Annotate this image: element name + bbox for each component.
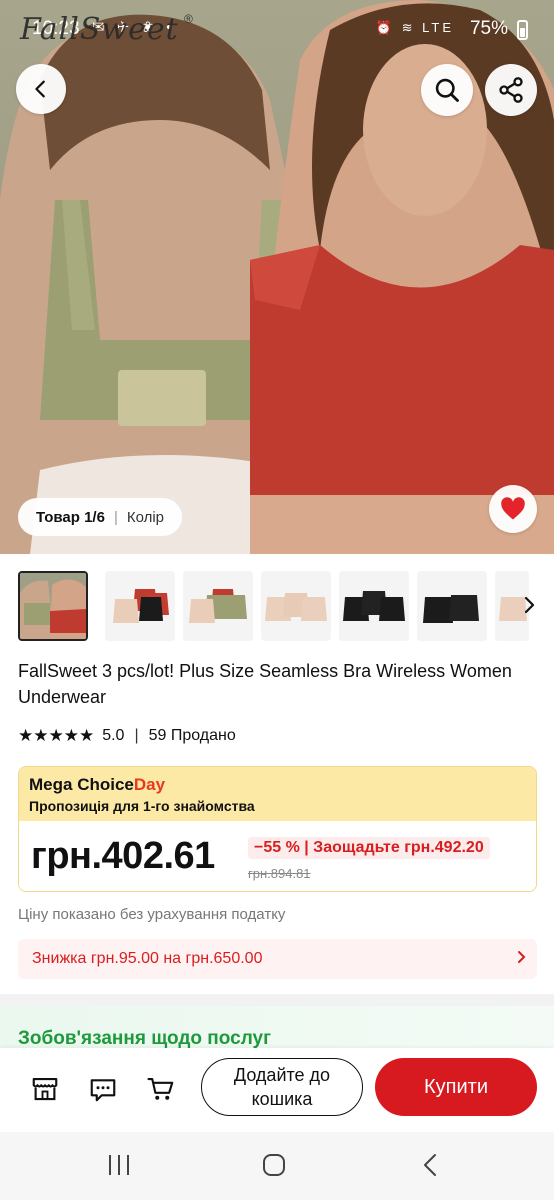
brand-registered-mark: ® — [184, 12, 193, 26]
thumbnail-6[interactable] — [417, 571, 487, 641]
search-button[interactable] — [421, 64, 473, 116]
product-title: FallSweet 3 pcs/lot! Plus Size Seamless … — [18, 661, 512, 707]
image-counter-pill[interactable]: Товар 1/6 | Колір — [18, 498, 183, 536]
promo-title: Mega ChoiceDay — [29, 775, 526, 795]
bottom-action-bar: Додайте до кошика Купити — [0, 1048, 554, 1132]
search-icon — [435, 78, 459, 102]
battery-icon — [517, 20, 528, 40]
product-image-carousel[interactable]: 10:23 ✉ ✈ ❀ • ⏰ ≋ LTE 75% FallSweet ® То… — [0, 0, 554, 554]
thumbnail-image — [339, 571, 409, 641]
thumbnail-image — [183, 571, 253, 641]
thumbnail-image — [261, 571, 331, 641]
system-back-button[interactable] — [418, 1152, 444, 1183]
store-button[interactable] — [28, 1072, 62, 1106]
back-icon — [35, 80, 45, 98]
promo-title-prefix: Mega — [29, 775, 78, 794]
thumbnail-1[interactable] — [18, 571, 88, 641]
back-nav-icon — [424, 1154, 436, 1176]
section-divider — [0, 994, 554, 1006]
chat-icon — [90, 1079, 116, 1102]
brand-logo: FallSweet — [20, 12, 179, 47]
image-counter: Товар 1/6 — [36, 508, 105, 526]
rating-row[interactable]: ★★★★★ 5.0 | 59 Продано — [18, 726, 236, 746]
cart-button[interactable] — [144, 1072, 178, 1106]
rating-score: 5.0 — [102, 727, 125, 744]
promo-header: Mega ChoiceDay Пропозиція для 1-го знайо… — [19, 767, 536, 821]
cart-icon — [147, 1077, 174, 1100]
thumbnail-4[interactable] — [261, 571, 331, 641]
color-label: Колір — [126, 508, 165, 526]
discount-badge: −55 % | Заощадьте грн.492.20 — [248, 837, 490, 859]
thumbnail-5[interactable] — [339, 571, 409, 641]
thumbnail-image — [105, 571, 175, 641]
add-to-cart-button[interactable]: Додайте до кошика — [201, 1058, 363, 1116]
thumbnail-3[interactable] — [183, 571, 253, 641]
back-button[interactable] — [16, 64, 66, 114]
system-navigation-bar — [0, 1132, 554, 1200]
favorite-button[interactable] — [489, 485, 537, 533]
share-button[interactable] — [485, 64, 537, 116]
promo-price-area: грн.402.61 −55 % | Заощадьте грн.492.20 … — [19, 821, 536, 891]
thumbnail-strip[interactable] — [0, 566, 554, 648]
coupon-text: Знижка грн.95.00 на грн.650.00 — [32, 950, 263, 967]
battery-percentage: 75% — [469, 18, 508, 39]
rating-separator: | — [134, 727, 139, 744]
home-button[interactable] — [261, 1152, 287, 1183]
share-icon — [499, 77, 523, 103]
thumbnail-image — [417, 571, 487, 641]
chevron-right-icon — [517, 949, 527, 970]
current-price: грн.402.61 — [31, 835, 215, 877]
original-price: грн.894.81 — [248, 866, 311, 881]
service-commitment-section[interactable]: Зобов'язання щодо послуг — [0, 1006, 554, 1048]
thumbnail-image — [20, 573, 86, 639]
rating-stars: ★★★★★ — [18, 726, 95, 745]
promo-title-choice: Choice — [77, 775, 134, 794]
buy-now-button[interactable]: Купити — [375, 1058, 537, 1116]
promo-title-day: Day — [133, 775, 166, 794]
tax-note: Ціну показано без урахування податку — [18, 906, 286, 923]
signal-icons: ⏰ ≋ LTE — [375, 20, 454, 35]
sold-count: 59 Продано — [148, 727, 236, 744]
store-icon — [32, 1077, 58, 1101]
chat-button[interactable] — [86, 1072, 120, 1106]
home-icon — [263, 1154, 285, 1176]
heart-icon — [501, 497, 525, 520]
coupon-banner[interactable]: Знижка грн.95.00 на грн.650.00 — [18, 939, 537, 979]
thumbnails-next-button[interactable] — [522, 596, 536, 620]
recent-apps-button[interactable] — [106, 1152, 132, 1183]
price-promo-card: Mega ChoiceDay Пропозиція для 1-го знайо… — [18, 766, 537, 892]
service-commitment-title: Зобов'язання щодо послуг — [18, 1028, 271, 1048]
pill-separator: | — [113, 508, 118, 526]
recent-apps-icon — [109, 1155, 129, 1175]
thumbnail-2[interactable] — [105, 571, 175, 641]
chevron-right-icon — [524, 596, 535, 614]
promo-subtitle: Пропозиція для 1-го знайомства — [29, 798, 255, 814]
